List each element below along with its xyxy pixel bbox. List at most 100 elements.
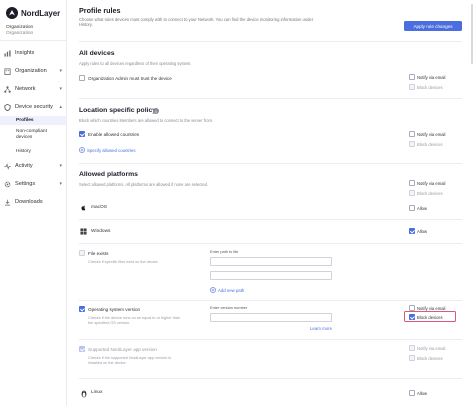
sidebar-item-label: Organization bbox=[15, 68, 47, 74]
macos-allow-checkbox[interactable] bbox=[409, 205, 415, 211]
section-desc-allowed-platforms: Select allowed platforms. All platforms … bbox=[79, 182, 209, 187]
version-number-input[interactable] bbox=[210, 313, 332, 322]
sidebar: NordLayer Organization Organization Insi… bbox=[0, 0, 67, 406]
info-icon[interactable]: i bbox=[153, 108, 159, 114]
file-exists-desc: Checks if specific files exist on the de… bbox=[88, 260, 159, 264]
section-title-location-policy: Location specific policy bbox=[79, 107, 157, 114]
divider bbox=[79, 41, 462, 42]
sidebar-divider bbox=[0, 40, 67, 41]
all-devices-notify-checkbox[interactable] bbox=[409, 74, 415, 80]
sidebar-item-label: Activity bbox=[15, 163, 33, 169]
nordlayer-logo-icon bbox=[6, 7, 18, 19]
windows-allow-checkbox[interactable] bbox=[409, 228, 415, 234]
activity-icon bbox=[4, 162, 11, 170]
sidebar-item-settings[interactable]: Settings ▾ bbox=[0, 178, 67, 190]
sidebar-item-network[interactable]: Network ▾ bbox=[0, 83, 67, 95]
divider bbox=[79, 98, 462, 99]
divider bbox=[79, 219, 462, 220]
sidebar-item-device-security[interactable]: Device security ▴ bbox=[0, 101, 67, 113]
sidebar-item-label: Insights bbox=[15, 50, 35, 56]
sidebar-subitem-profiles[interactable]: Profiles bbox=[0, 116, 67, 125]
sidebar-item-insights[interactable]: Insights bbox=[0, 47, 67, 59]
plus-circle-icon bbox=[79, 147, 85, 153]
logo[interactable]: NordLayer bbox=[6, 7, 60, 19]
platforms-notify-label: Notify via email bbox=[417, 180, 446, 186]
os-version-notify-label: Notify via email bbox=[417, 305, 446, 311]
divider bbox=[79, 339, 462, 340]
chevron-down-icon: ▾ bbox=[59, 181, 62, 187]
sidebar-item-activity[interactable]: Activity ▾ bbox=[0, 160, 67, 172]
building-icon bbox=[4, 67, 11, 75]
location-block-checkbox[interactable] bbox=[409, 141, 415, 147]
app-version-block-checkbox[interactable] bbox=[409, 355, 415, 361]
sidebar-subitem-history[interactable]: History bbox=[0, 149, 67, 155]
os-version-label: Operating system version bbox=[88, 306, 141, 312]
macos-allow-label: Allow bbox=[417, 205, 428, 211]
learn-more-link[interactable]: Learn more bbox=[310, 326, 332, 331]
location-notify-checkbox[interactable] bbox=[409, 131, 415, 137]
chevron-down-icon: ▾ bbox=[59, 163, 62, 169]
sidebar-item-label: Network bbox=[15, 86, 36, 92]
network-icon bbox=[4, 85, 11, 93]
shield-icon bbox=[4, 103, 11, 111]
os-version-block-checkbox[interactable] bbox=[409, 314, 415, 320]
windows-icon bbox=[80, 228, 87, 235]
section-title-allowed-platforms: Allowed platforms bbox=[79, 171, 138, 178]
sidebar-item-label: Downloads bbox=[15, 199, 43, 205]
sidebar-subitem-non-compliant-devices[interactable]: Non-compliant devices bbox=[0, 129, 67, 141]
brand-name: NordLayer bbox=[21, 8, 61, 18]
file-path-input-2[interactable] bbox=[210, 271, 332, 280]
linux-allow-checkbox[interactable] bbox=[409, 390, 415, 396]
page-title: Profile rules bbox=[79, 6, 121, 15]
sidebar-item-label: Settings bbox=[15, 181, 36, 187]
organization-switcher[interactable]: Organization Organization bbox=[6, 25, 33, 37]
app-version-label: Supported NordLayer app version bbox=[88, 346, 157, 352]
file-exists-checkbox[interactable] bbox=[79, 250, 85, 256]
all-devices-block-label: Block devices bbox=[417, 84, 443, 90]
section-desc-all-devices: Apply rules to all devices regardless of… bbox=[79, 61, 192, 66]
apply-rule-changes-button[interactable]: Apply rule changes bbox=[404, 21, 462, 31]
location-notify-label: Notify via email bbox=[417, 131, 446, 137]
gear-icon bbox=[4, 181, 11, 187]
os-version-checkbox[interactable] bbox=[79, 306, 85, 312]
platforms-notify-checkbox[interactable] bbox=[409, 180, 415, 186]
app-version-notify-checkbox[interactable] bbox=[409, 345, 415, 351]
download-icon bbox=[4, 199, 11, 205]
trust-device-checkbox[interactable] bbox=[79, 75, 85, 81]
divider bbox=[79, 163, 462, 164]
app-version-desc: Checks if the supported NordLayer app ve… bbox=[88, 356, 171, 366]
section-title-all-devices: All devices bbox=[79, 50, 115, 57]
sidebar-subitem-label-line2: devices bbox=[16, 135, 33, 140]
platforms-block-label: Block devices bbox=[417, 190, 443, 196]
chevron-down-icon: ▾ bbox=[59, 86, 62, 92]
chevron-up-icon: ▴ bbox=[59, 104, 62, 110]
organization-sub: Organization bbox=[6, 31, 34, 36]
all-devices-notify-label: Notify via email bbox=[417, 74, 446, 80]
os-version-block-label: Block devices bbox=[417, 314, 443, 320]
sidebar-subitem-label: Profiles bbox=[16, 118, 34, 123]
enable-allowed-countries-label: Enable allowed countries bbox=[88, 131, 140, 137]
main-content: Profile rules Choose what rules devices … bbox=[67, 0, 474, 406]
divider bbox=[79, 378, 462, 379]
add-new-path-link[interactable]: Add new path bbox=[218, 288, 244, 293]
platforms-block-checkbox[interactable] bbox=[409, 190, 415, 196]
sidebar-subitem-label: History bbox=[16, 149, 31, 154]
sidebar-item-label: Device security bbox=[15, 104, 53, 110]
all-devices-block-checkbox[interactable] bbox=[409, 84, 415, 90]
enable-allowed-countries-checkbox[interactable] bbox=[79, 131, 85, 137]
specify-allowed-countries-link[interactable]: Specify allowed countries bbox=[87, 148, 136, 153]
apple-icon bbox=[81, 205, 86, 211]
version-number-field-label: Enter version number bbox=[210, 305, 248, 310]
page-description-line2: History. bbox=[79, 22, 93, 28]
app-version-checkbox[interactable] bbox=[79, 346, 85, 352]
file-exists-label: File exists bbox=[88, 250, 109, 256]
app-version-notify-label: Notify via email bbox=[417, 345, 446, 351]
chart-icon bbox=[4, 49, 11, 57]
sidebar-item-downloads[interactable]: Downloads bbox=[0, 196, 67, 208]
divider bbox=[79, 300, 462, 301]
trust-device-label: Organization Admin must trust the device bbox=[88, 75, 172, 81]
scrollbar[interactable] bbox=[471, 4, 473, 64]
sidebar-item-organization[interactable]: Organization ▾ bbox=[0, 65, 67, 77]
linux-allow-label: Allow bbox=[417, 390, 428, 396]
file-path-input-1[interactable] bbox=[210, 257, 332, 266]
